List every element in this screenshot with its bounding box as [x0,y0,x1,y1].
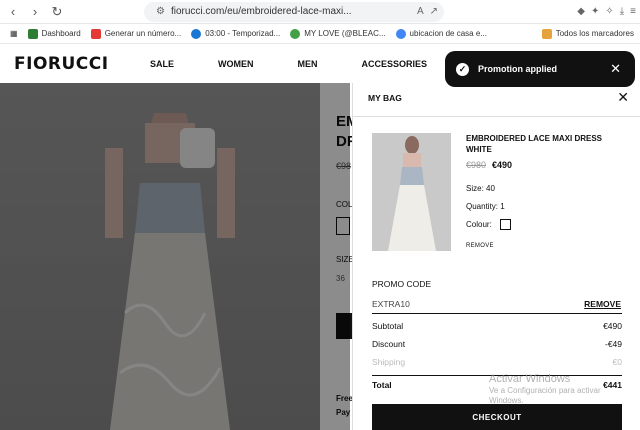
url-text: fiorucci.com/eu/embroidered-lace-maxi... [170,6,352,17]
bookmark-favicon [90,28,101,39]
menu-icon[interactable]: ≡ [630,6,636,17]
dress-thumbnail-illustration [372,133,451,251]
remove-item-button[interactable]: REMOVE [466,243,494,249]
menu-item-men[interactable]: MEN [298,59,318,69]
windows-activation-watermark: Activar Windows Ve a Configuración para … [489,373,601,406]
bookmark-item[interactable]: Generar un número... [90,28,181,39]
promo-code-label: PROMO CODE [372,279,432,289]
forward-icon[interactable]: › [26,3,44,21]
summary-value: €490 [603,321,622,331]
checkout-button[interactable]: CHECKOUT [372,404,622,430]
summary-value: €441 [603,380,622,390]
item-old-price: €980 [466,160,487,170]
extension-icon[interactable]: ✦ [591,6,599,17]
translate-icon[interactable]: A [417,6,424,17]
share-icon[interactable]: ↗ [430,6,438,17]
bookmark-favicon [395,28,406,39]
bookmark-favicon [191,28,202,39]
divider [353,116,640,117]
summary-label: Discount [372,339,406,349]
bookmark-item[interactable]: MY LOVE (@BLEAC... [290,28,386,39]
bookmark-item[interactable]: Dashboard [27,28,81,39]
back-icon[interactable]: ‹ [4,3,22,21]
extension-icon[interactable]: ◆ [577,6,585,17]
summary-value: -€49 [604,339,622,349]
summary-row-shipping: Shipping €0 [372,357,622,367]
summary-label: Total [372,380,392,390]
overlay-backdrop[interactable] [0,83,350,430]
remove-promo-button[interactable]: REMOVE [584,299,621,309]
item-size: Size: 40 [466,184,495,193]
summary-label: Shipping [372,357,406,367]
address-bar[interactable]: ⚙ fiorucci.com/eu/embroidered-lace-maxi.… [144,1,444,22]
watermark-line: Activar Windows [489,373,571,385]
main-menu: SALE WOMEN MEN ACCESSORIES [150,59,427,69]
puzzle-icon[interactable]: ✧ [605,6,613,17]
toast-close-icon[interactable]: ✕ [610,61,621,77]
promo-code-value: EXTRA10 [372,299,410,309]
menu-item-women[interactable]: WOMEN [218,59,254,69]
apps-icon[interactable]: ▦ [10,29,18,38]
bookmark-favicon [290,28,301,39]
toast-message: Promotion applied [478,64,558,74]
bookmarks-bar: ▦ Dashboard Generar un número... 03:00 -… [0,24,640,44]
bookmark-item[interactable]: ubicacion de casa e... [395,28,487,39]
reload-icon[interactable]: ↻ [48,3,66,21]
bookmark-item[interactable]: 03:00 - Temporizad... [191,28,280,39]
item-quantity: Quantity: 1 [466,202,505,211]
extensions-area: ◆ ✦ ✧ ⤓ ≡ [577,6,636,17]
bag-title: MY BAG [368,93,402,103]
item-name[interactable]: EMBROIDERED LACE MAXI DRESS WHITE [466,133,616,155]
site-logo[interactable]: FIORUCCI [14,54,109,74]
menu-item-accessories[interactable]: ACCESSORIES [362,59,428,69]
bookmark-item[interactable]: Todos los marcadores [541,28,634,39]
divider [372,313,622,314]
promotion-toast: ✓ Promotion applied ✕ [445,51,635,87]
item-colour-label: Colour: [466,220,492,229]
summary-row-discount: Discount -€49 [372,339,622,349]
bookmark-favicon [27,28,38,39]
summary-row-subtotal: Subtotal €490 [372,321,622,331]
summary-value: €0 [612,357,622,367]
close-icon[interactable]: ✕ [617,89,629,106]
item-new-price: €490 [492,160,513,170]
download-icon[interactable]: ⤓ [620,6,624,17]
summary-label: Subtotal [372,321,404,331]
site-info-icon[interactable]: ⚙ [156,6,165,17]
browser-toolbar: ‹ › ↻ ⚙ fiorucci.com/eu/embroidered-lace… [0,0,640,24]
check-icon: ✓ [456,62,469,76]
watermark-line: Ve a Configuración para activar [489,386,601,395]
item-colour-swatch [500,219,511,230]
item-thumbnail[interactable] [372,133,451,251]
watermark-line: Windows. [489,396,524,405]
folder-icon [541,28,552,39]
menu-item-sale[interactable]: SALE [150,59,174,69]
